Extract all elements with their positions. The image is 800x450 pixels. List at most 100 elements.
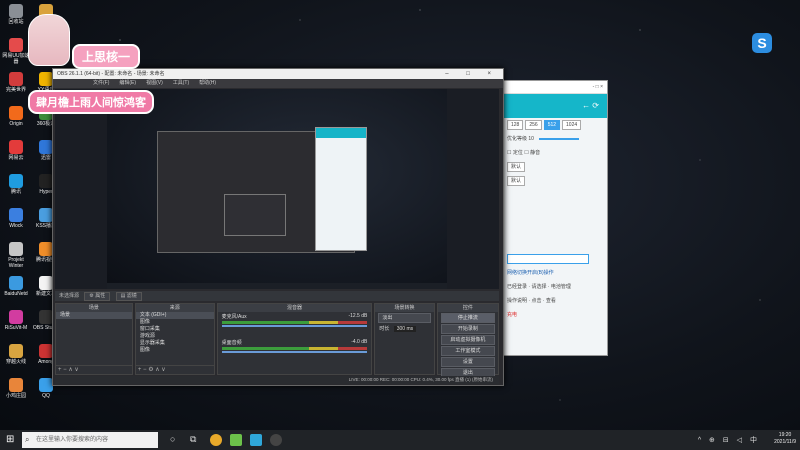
volume-slider[interactable]	[221, 351, 368, 353]
select-2[interactable]: 默认	[507, 176, 526, 186]
nested-obs-capture-inner	[224, 194, 286, 236]
obs-taskbar-icon[interactable]	[270, 434, 282, 446]
transition-type-select[interactable]: 淡出	[378, 313, 431, 323]
desktop-icon[interactable]: 腾讯	[2, 174, 30, 195]
filters-button[interactable]: ▤ 滤镜	[115, 292, 142, 301]
control-button[interactable]: 停止推流	[440, 313, 495, 323]
charge-status: 充电	[507, 312, 518, 318]
chrome-icon[interactable]	[210, 434, 222, 446]
mixer-dock: 混音器 麦克风/Aux -12.5 dB 桌面音频 -4.0 dB	[216, 303, 373, 375]
desktop-icon[interactable]: RiSuVit-M	[2, 310, 30, 331]
nested-side-app-capture	[315, 127, 367, 251]
info-line-2: 操作说明 · 点击 · 查看	[507, 298, 556, 304]
mixer-channel: 桌面音频 -4.0 dB	[218, 338, 372, 354]
source-item[interactable]: 图像	[136, 319, 214, 326]
select-1[interactable]: 默认	[507, 162, 526, 172]
desktop-icon[interactable]: Wlock	[2, 208, 30, 229]
source-item[interactable]: 图像	[136, 347, 214, 354]
obs-preview[interactable]	[55, 89, 499, 289]
control-button[interactable]: 开始录制	[440, 324, 495, 334]
app-icon	[39, 276, 53, 290]
source-item[interactable]: 游戏源	[136, 333, 214, 340]
source-item[interactable]: 文本 (GDI+)	[135, 312, 214, 319]
properties-button[interactable]: ⚙ 属性	[84, 292, 111, 301]
obs-docks: 场景 场景 + − ∧ ∨ 来源 文本 (GDI+) 图像 窗口采集 游戏源 显示器采集…	[55, 303, 499, 378]
app-icon	[39, 140, 53, 154]
resolution-tab[interactable]: 512	[543, 120, 561, 130]
desktop-icon[interactable]: 小鸡庄园	[2, 378, 30, 399]
app-icon	[39, 344, 53, 358]
system-tray[interactable]: ^ ⊕ ⊟ ◁ 中	[698, 435, 760, 445]
controls-dock-title: 控件	[437, 304, 498, 312]
volume-slider[interactable]	[221, 325, 368, 327]
preview-canvas	[107, 89, 447, 289]
sticker-title: 上思核一	[72, 44, 141, 69]
windows-start-icon[interactable]: ⊞	[6, 435, 16, 445]
app-icon	[9, 276, 23, 290]
resolution-tab[interactable]: 1024	[562, 120, 582, 130]
app-icon	[39, 174, 53, 188]
mixer-channel-name: 麦克风/Aux	[221, 314, 247, 320]
checkbox-row: ☐ 定位 ☐ 静音	[507, 150, 541, 156]
duration-label: 时长	[379, 326, 390, 332]
search-row	[501, 252, 607, 266]
scene-item[interactable]: 场景	[56, 312, 132, 319]
source-item[interactable]: 窗口采集	[136, 326, 214, 333]
control-button[interactable]: 设置	[440, 357, 495, 367]
check-mute-label[interactable]: 静音	[530, 150, 540, 156]
desktop-icon-label: RiSuVit-M	[4, 325, 28, 331]
app-logo-icon[interactable]: S	[752, 33, 772, 53]
volume-meter	[221, 347, 368, 350]
duration-row: 时长 300 ms	[375, 324, 433, 333]
scenes-dock-footer[interactable]: + − ∧ ∨	[56, 365, 132, 374]
info-line-1: 已经登录 · 请选择 · 电池管理	[507, 284, 571, 290]
resolution-tab[interactable]: 128	[507, 120, 524, 130]
sources-dock: 来源 文本 (GDI+) 图像 窗口采集 游戏源 显示器采集 图像 + − ⚙ ∧ ∨	[134, 303, 215, 375]
transitions-dock-title: 场景转换	[375, 304, 434, 312]
task-view-icon[interactable]: ⧉	[190, 434, 202, 446]
control-button[interactable]: 工作室模式	[440, 346, 495, 356]
side-app-window: - □ × ← ⟳ 128 256 512 1024 优化等级 10 ☐ 定位 ☐ 静…	[500, 80, 608, 356]
sources-dock-footer[interactable]: + − ⚙ ∧ ∨	[135, 365, 214, 374]
desktop-icon[interactable]: Projekt Winter	[2, 242, 30, 269]
game-launcher-icon[interactable]	[230, 434, 242, 446]
select-row-2: 默认	[501, 174, 607, 188]
side-app-window-controls[interactable]: - □ ×	[501, 81, 607, 94]
app-icon	[9, 344, 23, 358]
taskbar-search-box[interactable]: ⌕ 在这里输入你要搜索的内容	[22, 432, 158, 448]
mixer-channel-db: -12.5 dB	[348, 313, 368, 319]
app-icon	[9, 242, 23, 256]
desktop-icon[interactable]: BaiduNetd	[2, 276, 30, 297]
resolution-tab[interactable]: 256	[525, 120, 542, 130]
app-icon	[9, 208, 23, 222]
taskbar: ⊞ ⌕ 在这里输入你要搜索的内容 ○ ⧉ ^ ⊕ ⊟ ◁ 中 19:20 202…	[0, 430, 800, 450]
mixer-channel: 麦克风/Aux -12.5 dB	[218, 312, 372, 328]
desktop-icon-label: QQ	[42, 393, 50, 399]
control-button[interactable]: 启动虚拟摄像机	[440, 335, 495, 345]
app-icon	[39, 242, 53, 256]
resolution-tabs: 128 256 512 1024	[501, 118, 607, 132]
switch-link[interactable]: 网络切换开启(B)操作	[501, 266, 607, 280]
sources-dock-title: 来源	[135, 304, 214, 312]
optimize-level-label: 优化等级 10	[507, 136, 534, 142]
menu-item[interactable]: 工具(T)	[173, 80, 189, 86]
side-search-input[interactable]	[507, 254, 589, 264]
desktop-icon[interactable]: 网易云	[2, 140, 30, 161]
source-toolbar-label: 未选择源	[59, 293, 80, 299]
cortana-icon[interactable]: ○	[170, 434, 182, 446]
app-icon	[9, 140, 23, 154]
obs-window-controls[interactable]: – □ ×	[445, 69, 499, 79]
desktop-icon[interactable]: Origin	[2, 106, 30, 127]
mixer-channel-db: -4.0 dB	[351, 339, 368, 345]
desktop-icon-label: Projekt Winter	[8, 257, 24, 269]
desktop-icon[interactable]: 穿越火线	[2, 344, 30, 365]
check-position-label[interactable]: 定位	[513, 150, 523, 156]
duration-input[interactable]: 300 ms	[393, 326, 417, 332]
avatar	[28, 14, 70, 66]
source-item[interactable]: 显示器采集	[136, 340, 214, 347]
optimize-slider[interactable]	[539, 137, 580, 140]
clock[interactable]: 19:20 2021/11/9	[774, 432, 796, 446]
app-s-icon[interactable]	[250, 434, 262, 446]
app-icon	[9, 106, 23, 120]
menu-item[interactable]: 帮助(H)	[199, 80, 216, 86]
